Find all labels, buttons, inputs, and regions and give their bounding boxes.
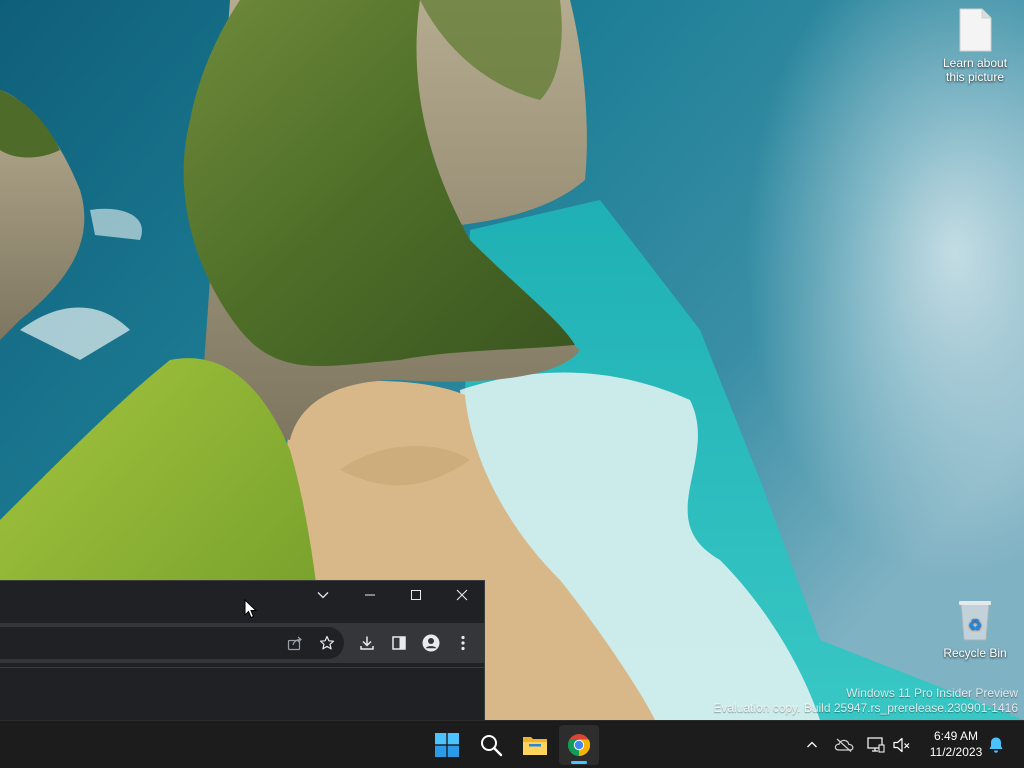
window-titlebar[interactable]: [0, 581, 484, 615]
chrome-taskbar-button[interactable]: [559, 725, 599, 765]
tab-search-button[interactable]: [300, 581, 346, 609]
windows-start-icon: [435, 733, 459, 757]
network-tray-button[interactable]: [864, 733, 888, 757]
watermark-edition: Windows 11 Pro Insider Preview: [846, 686, 1018, 700]
watermark-build: Evaluation copy. Build 25947.rs_prerelea…: [713, 701, 1018, 715]
taskbar-clock[interactable]: 6:49 AM 11/2/2023: [918, 728, 994, 760]
network-icon: [867, 737, 885, 753]
svg-text:♻: ♻: [968, 615, 982, 634]
search-icon: [481, 735, 503, 757]
download-icon: [360, 636, 374, 650]
star-icon: [319, 635, 335, 650]
file-explorer-button[interactable]: [515, 725, 555, 765]
recycle-bin-label: Recycle Bin: [943, 646, 1007, 660]
browser-toolbar: [0, 623, 484, 663]
onedrive-tray-button[interactable]: [832, 733, 856, 757]
search-button[interactable]: [471, 725, 511, 765]
maximize-icon: [411, 590, 421, 600]
minimize-button[interactable]: [347, 581, 393, 609]
chrome-menu-button[interactable]: [447, 627, 479, 659]
onedrive-icon: [834, 738, 854, 752]
chrome-window[interactable]: [0, 580, 485, 722]
volume-tray-button[interactable]: [890, 733, 914, 757]
profile-avatar-icon: [422, 634, 440, 652]
taskbar: 6:49 AM 11/2/2023: [0, 720, 1024, 768]
volume-muted-icon: [893, 737, 910, 753]
page-content-area[interactable]: [0, 667, 484, 722]
close-button[interactable]: [439, 581, 485, 609]
side-panel-icon: [392, 636, 406, 650]
mouse-cursor-icon: [244, 599, 258, 619]
learn-about-this-picture-label: Learn about this picture: [942, 56, 1008, 84]
maximize-button[interactable]: [393, 581, 439, 609]
active-app-indicator: [571, 761, 587, 764]
bookmark-star-button[interactable]: [311, 627, 343, 659]
downloads-button[interactable]: [351, 627, 383, 659]
file-explorer-icon: [523, 737, 547, 755]
start-button[interactable]: [427, 725, 467, 765]
learn-about-this-picture-icon[interactable]: Learn about this picture: [935, 8, 1015, 84]
close-icon: [456, 589, 468, 601]
clock-time: 6:49 AM: [933, 729, 979, 743]
recycle-bin-glyph-icon: ♻: [959, 601, 991, 641]
profile-button[interactable]: [415, 627, 447, 659]
clock-date: 11/2/2023: [929, 745, 983, 759]
notifications-button[interactable]: [984, 733, 1008, 757]
share-button[interactable]: [279, 627, 311, 659]
notification-bell-icon: [989, 737, 1003, 753]
share-icon: [287, 636, 302, 651]
show-hidden-icons-button[interactable]: [800, 733, 824, 757]
side-panel-button[interactable]: [383, 627, 415, 659]
recycle-bin-icon[interactable]: ♻ Recycle Bin: [935, 598, 1015, 660]
chrome-icon: [568, 734, 590, 756]
chevron-down-icon: [317, 592, 329, 599]
more-vertical-icon: [461, 635, 465, 651]
document-icon: [959, 8, 992, 52]
chevron-up-icon: [807, 741, 817, 748]
minimize-icon: [365, 594, 375, 596]
windows-watermark: Windows 11 Pro Insider Preview Evaluatio…: [713, 686, 1018, 716]
